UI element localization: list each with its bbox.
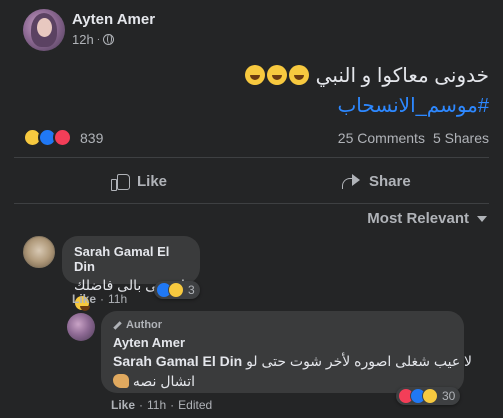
- comment-bubble: Sarah Gamal El Din اتبرعى بالى فاضلك: [62, 236, 200, 311]
- commenter-avatar[interactable]: [23, 236, 55, 268]
- avatar-face: [37, 18, 52, 37]
- comment-like-link[interactable]: Like: [72, 292, 96, 306]
- author-avatar[interactable]: [23, 9, 65, 51]
- reply-text-first: لا عيب شغلى اصوره لأخر شوت حتى لو: [246, 353, 473, 369]
- comment-sort-dropdown[interactable]: Most Relevant: [367, 210, 487, 227]
- reply-time[interactable]: 11h: [147, 398, 166, 412]
- post-card: Ayten Amer 12h · خدونى معاكوا و النبي #م…: [0, 0, 503, 418]
- post-text: خدونى معاكوا و النبي: [89, 62, 489, 90]
- action-separator: ·: [170, 398, 175, 412]
- meta-separator: ·: [96, 34, 101, 45]
- reactions-summary[interactable]: 839: [23, 128, 103, 147]
- like-button-label: Like: [137, 172, 168, 190]
- reply-like-link[interactable]: Like: [111, 398, 135, 412]
- haha-reaction-icon: [422, 388, 438, 404]
- love-reaction-icon: [53, 128, 72, 147]
- commenter-name[interactable]: Sarah Gamal El Din: [74, 244, 188, 274]
- action-separator: ·: [139, 398, 144, 412]
- comment-actions: Like · 11h: [72, 292, 127, 306]
- post-meta: 12h ·: [72, 32, 115, 47]
- post-stats: 25 Comments 5 Shares: [338, 130, 489, 146]
- comment-time[interactable]: 11h: [108, 292, 127, 306]
- reply-reactions[interactable]: 30: [396, 387, 461, 405]
- tears-of-joy-emoji-icon: [267, 65, 288, 85]
- post-time[interactable]: 12h: [72, 32, 94, 47]
- comments-count-link[interactable]: 25 Comments: [338, 130, 425, 146]
- action-separator: ·: [100, 292, 105, 306]
- share-button-label: Share: [369, 172, 411, 190]
- mention-link[interactable]: Sarah Gamal El Din: [113, 353, 242, 369]
- reply-actions: Like · 11h · Edited: [111, 398, 212, 412]
- tears-of-joy-emoji-icon: [245, 65, 266, 85]
- comment-reaction-count: 3: [188, 283, 195, 297]
- like-button[interactable]: Like: [111, 167, 167, 195]
- reply-reaction-count: 30: [442, 389, 456, 403]
- caret-down-icon: [477, 215, 487, 222]
- share-arrow-icon: [341, 173, 361, 189]
- sort-label: Most Relevant: [367, 210, 469, 227]
- haha-reaction-icon: [168, 282, 184, 298]
- reply-text-line1: Sarah Gamal El Din لا عيب شغلى اصوره لأخ…: [113, 353, 472, 370]
- thumbs-up-icon: [111, 172, 130, 191]
- edited-label[interactable]: Edited: [178, 398, 212, 412]
- author-badge-label: Author: [126, 319, 163, 331]
- post-text-content: خدونى معاكوا و النبي: [315, 65, 489, 87]
- comment-reactions[interactable]: 3: [154, 281, 200, 299]
- post-author-name[interactable]: Ayten Amer: [72, 11, 155, 28]
- pencil-icon: [113, 320, 122, 330]
- reply-author-name[interactable]: Ayten Amer: [113, 335, 452, 350]
- globe-icon[interactable]: [103, 34, 115, 45]
- tears-of-joy-emoji-icon: [289, 65, 310, 85]
- divider: [14, 157, 489, 158]
- flexed-biceps-emoji-icon: [113, 374, 129, 388]
- reaction-count[interactable]: 839: [80, 130, 103, 146]
- reply-bubble: Author Ayten Amer Sarah Gamal El Din لا …: [101, 311, 472, 393]
- post-hashtag[interactable]: #موسم_الانسحاب: [189, 92, 489, 120]
- reply-text-second: اتشال نصه: [132, 373, 196, 389]
- divider: [14, 203, 489, 204]
- share-button[interactable]: Share: [341, 167, 411, 195]
- reply-author-avatar[interactable]: [67, 313, 95, 341]
- shares-count-link[interactable]: 5 Shares: [433, 130, 489, 146]
- author-badge: Author: [113, 319, 452, 331]
